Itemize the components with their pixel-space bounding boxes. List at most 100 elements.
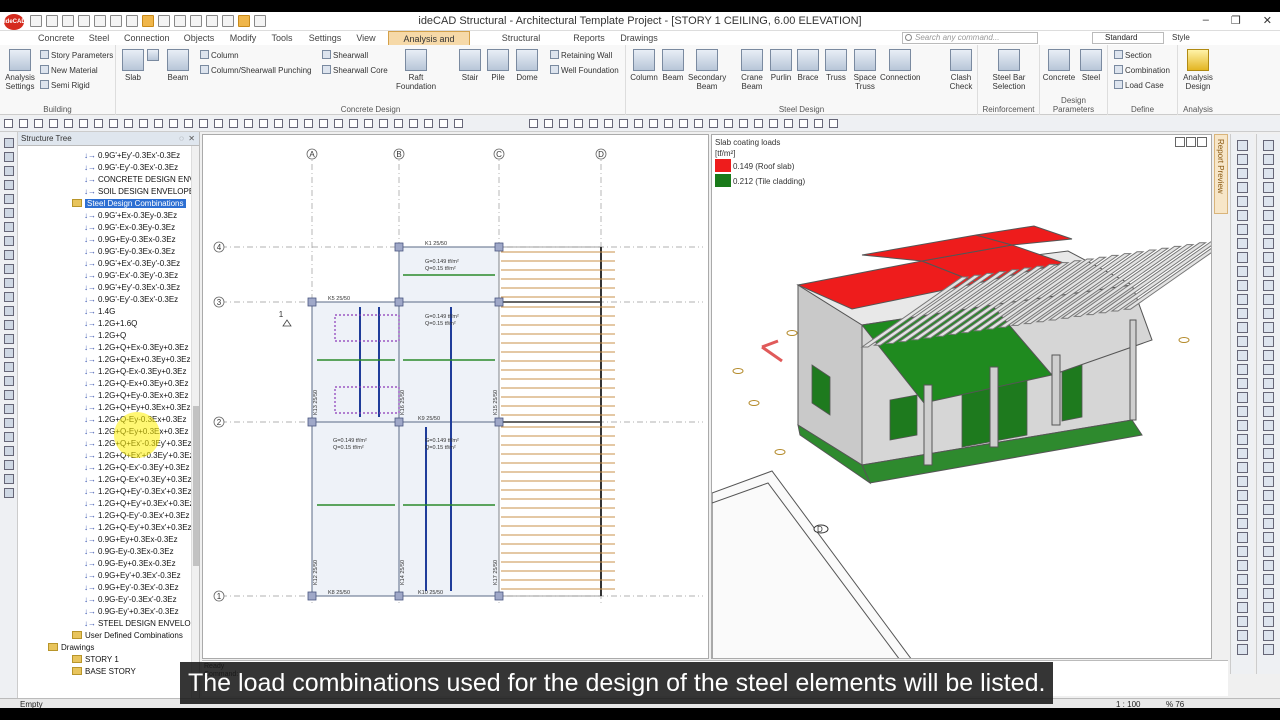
draw-tool-icon[interactable]	[244, 119, 253, 128]
object-tool-icon[interactable]	[1237, 644, 1248, 655]
draw-tool-icon[interactable]	[544, 119, 553, 128]
draw-tool-icon[interactable]	[109, 119, 118, 128]
draw-tool-icon[interactable]	[124, 119, 133, 128]
draw-tool-icon[interactable]	[709, 119, 718, 128]
draw-tool-icon[interactable]	[19, 119, 28, 128]
tree-item-root[interactable]: Drawings	[48, 642, 94, 654]
draw-tool-icon[interactable]	[214, 119, 223, 128]
side-tool-icon[interactable]	[4, 334, 14, 344]
tree-item-folder[interactable]: Steel Design Combinations	[72, 198, 186, 210]
style-menu[interactable]: Style	[1172, 33, 1190, 42]
draw-tool-icon[interactable]	[349, 119, 358, 128]
object-tool-icon[interactable]	[1263, 322, 1274, 333]
object-tool-icon[interactable]	[1237, 588, 1248, 599]
tree-item-combination[interactable]: ↓→ 1.2G+Q-Ex+0.3Ey+0.3Ez	[84, 378, 189, 390]
draw-tool-icon[interactable]	[694, 119, 703, 128]
object-tool-icon[interactable]	[1237, 280, 1248, 291]
side-tool-icon[interactable]	[4, 278, 14, 288]
object-tool-icon[interactable]	[1263, 392, 1274, 403]
analysis-design-button[interactable]: Analysis Design	[1180, 49, 1216, 91]
draw-tool-icon[interactable]	[424, 119, 433, 128]
side-tool-icon[interactable]	[4, 180, 14, 190]
filter-icon[interactable]	[1175, 137, 1185, 147]
side-tool-icon[interactable]	[4, 474, 14, 484]
shearwall-design-button[interactable]: Shearwall	[322, 50, 368, 60]
tab-reports[interactable]: Reports	[572, 31, 606, 45]
steel-parameters-button[interactable]: Steel	[1078, 49, 1104, 82]
draw-tool-icon[interactable]	[739, 119, 748, 128]
object-tool-icon[interactable]	[1263, 140, 1274, 151]
object-tool-icon[interactable]	[1263, 196, 1274, 207]
tree-item-combination[interactable]: ↓→ 0.9G+Ey'+0.3Ex'-0.3Ez	[84, 570, 181, 582]
side-tool-icon[interactable]	[4, 208, 14, 218]
tree-item-combination[interactable]: ↓→ 0.9G'+Ex'-0.3Ey'-0.3Ez	[84, 258, 180, 270]
object-tool-icon[interactable]	[1263, 644, 1274, 655]
column-shearwall-punching-button[interactable]: Column/Shearwall Punching	[200, 65, 312, 75]
tab-view[interactable]: View	[354, 31, 378, 45]
object-tool-icon[interactable]	[1263, 518, 1274, 529]
tree-item-combination[interactable]: ↓→ CONCRETE DESIGN ENVE	[84, 174, 199, 186]
steel-beam-button[interactable]: Beam	[660, 49, 686, 82]
tree-item-combination[interactable]: ↓→ 1.2G+Q-Ex-0.3Ey+0.3Ez	[84, 366, 187, 378]
space-truss-button[interactable]: Space Truss	[852, 49, 878, 91]
slab-options-button[interactable]	[146, 49, 160, 63]
object-tool-icon[interactable]	[1237, 224, 1248, 235]
draw-tool-icon[interactable]	[679, 119, 688, 128]
tab-connection[interactable]: Connection	[124, 31, 170, 45]
object-tool-icon[interactable]	[1263, 434, 1274, 445]
object-tool-icon[interactable]	[1237, 504, 1248, 515]
connection-button[interactable]: Connection	[880, 49, 920, 82]
draw-tool-icon[interactable]	[604, 119, 613, 128]
side-tool-icon[interactable]	[4, 306, 14, 316]
tree-item-combination[interactable]: ↓→ 1.2G+Q-Ey'+0.3Ex'+0.3Ez	[84, 522, 192, 534]
side-tool-icon[interactable]	[4, 432, 14, 442]
object-tool-icon[interactable]	[1263, 602, 1274, 613]
retaining-wall-button[interactable]: Retaining Wall	[550, 50, 612, 60]
clash-check-button[interactable]: Clash Check	[946, 49, 976, 91]
tree-item-combination[interactable]: ↓→ 1.2G+Q-Ex'-0.3Ey'+0.3Ez	[84, 462, 190, 474]
column-design-button[interactable]: Column	[200, 50, 239, 60]
purlin-button[interactable]: Purlin	[768, 49, 794, 82]
secondary-beam-button[interactable]: Secondary Beam	[688, 49, 726, 91]
minimize-icon[interactable]: –	[1203, 14, 1209, 27]
draw-tool-icon[interactable]	[304, 119, 313, 128]
side-tool-icon[interactable]	[4, 250, 14, 260]
command-search-input[interactable]: Search any command...	[902, 32, 1038, 44]
tree-item-combination[interactable]: ↓→ 0.9G'-Ey-0.3Ex-0.3Ez	[84, 246, 175, 258]
object-tool-icon[interactable]	[1263, 336, 1274, 347]
object-tool-icon[interactable]	[1263, 504, 1274, 515]
tree-item-combination[interactable]: ↓→ 0.9G'+Ey'-0.3Ex'-0.3Ez	[84, 282, 180, 294]
object-tool-icon[interactable]	[1237, 560, 1248, 571]
zoom-indicator[interactable]: % 76	[1166, 699, 1184, 708]
steel-column-button[interactable]: Column	[630, 49, 658, 82]
panel-close-icon[interactable]: ✕	[188, 134, 195, 143]
tree-item-combination[interactable]: ↓→ 0.9G'+Ey'-0.3Ex'-0.3Ez	[84, 150, 180, 162]
draw-tool-icon[interactable]	[454, 119, 463, 128]
draw-tool-icon[interactable]	[574, 119, 583, 128]
tab-drawings[interactable]: Drawings	[620, 31, 658, 45]
side-tool-icon[interactable]	[4, 320, 14, 330]
well-foundation-button[interactable]: Well Foundation	[550, 65, 619, 75]
side-tool-icon[interactable]	[4, 418, 14, 428]
object-tool-icon[interactable]	[1263, 574, 1274, 585]
object-tool-icon[interactable]	[1237, 448, 1248, 459]
draw-tool-icon[interactable]	[364, 119, 373, 128]
object-tool-icon[interactable]	[1263, 238, 1274, 249]
object-tool-icon[interactable]	[1263, 490, 1274, 501]
object-tool-icon[interactable]	[1237, 406, 1248, 417]
draw-tool-icon[interactable]	[199, 119, 208, 128]
draw-tool-icon[interactable]	[229, 119, 238, 128]
tree-item-combination[interactable]: ↓→ 0.9G'-Ey'-0.3Ex'-0.3Ez	[84, 162, 178, 174]
semi-rigid-button[interactable]: Semi Rigid	[40, 80, 90, 90]
tree-item-combination[interactable]: ↓→ 1.2G+Q-Ey'-0.3Ex'+0.3Ez	[84, 510, 190, 522]
tree-item-combination[interactable]: ↓→ 0.9G+Ey'-0.3Ex'-0.3Ez	[84, 582, 179, 594]
draw-tool-icon[interactable]	[4, 119, 13, 128]
tree-item-combination[interactable]: ↓→ 0.9G'-Ey'-0.3Ex'-0.3Ez	[84, 294, 178, 306]
truss-button[interactable]: Truss	[824, 49, 848, 82]
object-tool-icon[interactable]	[1237, 364, 1248, 375]
plan-view[interactable]: A B C D 4 3 2 1 1 G=0.149 tf/m² Q=0.15 t…	[202, 134, 709, 659]
object-tool-icon[interactable]	[1263, 266, 1274, 277]
object-tool-icon[interactable]	[1263, 546, 1274, 557]
object-tool-icon[interactable]	[1263, 182, 1274, 193]
draw-tool-icon[interactable]	[169, 119, 178, 128]
